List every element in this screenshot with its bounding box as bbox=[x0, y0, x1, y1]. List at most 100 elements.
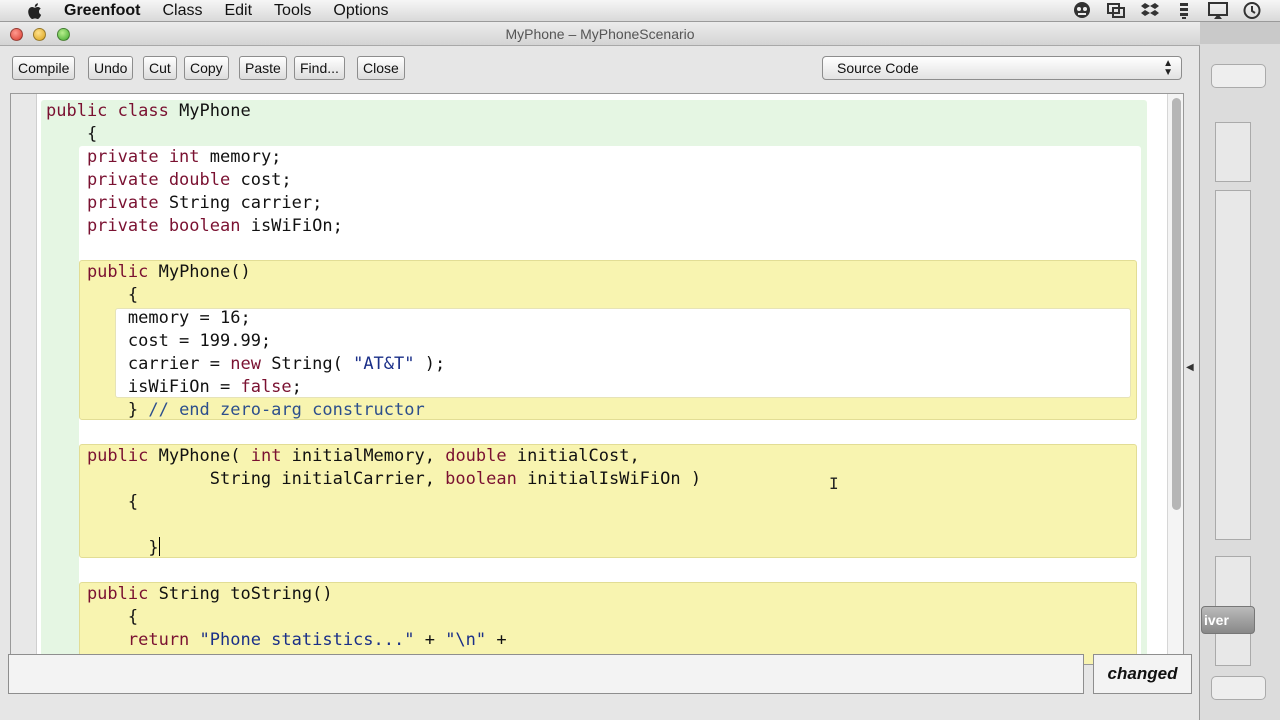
code-line[interactable] bbox=[46, 238, 1156, 261]
menu-bar: Greenfoot Class Edit Tools Options bbox=[0, 0, 1280, 22]
code-line[interactable]: private boolean isWiFiOn; bbox=[46, 215, 1156, 238]
cut-button[interactable]: Cut bbox=[143, 56, 177, 80]
code-token: boolean bbox=[445, 469, 517, 489]
code-token: { bbox=[46, 607, 139, 627]
code-token: memory; bbox=[199, 147, 282, 167]
code-line[interactable]: { bbox=[46, 491, 1156, 514]
code-line[interactable]: String initialCarrier, boolean initialIs… bbox=[46, 468, 1156, 491]
zoom-window-icon[interactable] bbox=[57, 28, 70, 41]
find-button[interactable]: Find... bbox=[294, 56, 345, 80]
code-line[interactable]: { bbox=[46, 606, 1156, 629]
line-gutter[interactable] bbox=[11, 94, 37, 664]
menu-options[interactable]: Options bbox=[333, 2, 388, 20]
undo-button[interactable]: Undo bbox=[88, 56, 134, 80]
code-token: } bbox=[46, 538, 159, 558]
code-token: // end zero-arg constructor bbox=[148, 400, 425, 420]
code-line[interactable]: private int memory; bbox=[46, 146, 1156, 169]
menu-app-greenfoot[interactable]: Greenfoot bbox=[64, 2, 140, 20]
status-tray bbox=[1072, 1, 1262, 20]
code-token: initialMemory, bbox=[281, 446, 446, 466]
code-line[interactable]: return "Phone statistics..." + "\n" + bbox=[46, 629, 1156, 652]
code-token: { bbox=[46, 492, 139, 512]
close-button[interactable]: Close bbox=[357, 56, 405, 80]
code-line[interactable]: public String toString() bbox=[46, 583, 1156, 606]
code-line[interactable]: carrier = new String( "AT&T" ); bbox=[46, 353, 1156, 376]
code-token: int bbox=[250, 446, 282, 466]
scrollbar-thumb[interactable] bbox=[1172, 98, 1181, 510]
copy-button[interactable]: Copy bbox=[184, 56, 229, 80]
view-select[interactable]: Source Code ▲ ▼ bbox=[822, 56, 1182, 80]
text-cursor-icon: I bbox=[829, 474, 839, 493]
code-token: "AT&T" bbox=[353, 354, 415, 374]
code-line[interactable] bbox=[46, 422, 1156, 445]
apple-icon[interactable] bbox=[24, 1, 46, 21]
code-token: isWiFiOn; bbox=[240, 216, 343, 236]
code-token: public class bbox=[46, 101, 169, 121]
code-token: public bbox=[46, 584, 149, 604]
code-token: "Phone statistics..." bbox=[199, 630, 415, 650]
minimize-window-icon[interactable] bbox=[33, 28, 46, 41]
code-line[interactable]: isWiFiOn = false; bbox=[46, 376, 1156, 399]
compile-button[interactable]: Compile bbox=[12, 56, 76, 80]
collapse-arrow-icon[interactable]: ◀ bbox=[1186, 362, 1194, 373]
changed-status-label: changed bbox=[1093, 654, 1192, 694]
code-line[interactable]: public MyPhone( int initialMemory, doubl… bbox=[46, 445, 1156, 468]
time-machine-icon[interactable] bbox=[1242, 1, 1262, 20]
user-icon[interactable] bbox=[1072, 1, 1092, 20]
code-token: initialIsWiFiOn ) bbox=[516, 469, 702, 489]
code-token: { bbox=[46, 124, 98, 144]
code-line[interactable] bbox=[46, 514, 1156, 537]
background-button[interactable] bbox=[1211, 676, 1266, 700]
source-code[interactable]: public class MyPhone { private int memor… bbox=[46, 100, 1156, 652]
code-line[interactable]: { bbox=[46, 284, 1156, 307]
code-line[interactable]: private double cost; bbox=[46, 169, 1156, 192]
background-panel bbox=[1215, 122, 1251, 182]
code-token: private bbox=[46, 193, 159, 213]
code-line[interactable]: { bbox=[46, 123, 1156, 146]
background-action-button[interactable]: iver bbox=[1201, 606, 1255, 634]
code-token: isWiFiOn = bbox=[46, 377, 241, 397]
menu-tools[interactable]: Tools bbox=[274, 2, 311, 20]
editor-toolbar: Compile Undo Cut Copy Paste Find... Clos… bbox=[0, 47, 1200, 91]
code-token: carrier = bbox=[46, 354, 231, 374]
code-line[interactable]: private String carrier; bbox=[46, 192, 1156, 215]
code-line[interactable]: public MyPhone() bbox=[46, 261, 1156, 284]
paste-button[interactable]: Paste bbox=[239, 56, 287, 80]
code-line[interactable]: } // end zero-arg constructor bbox=[46, 399, 1156, 422]
menu-edit[interactable]: Edit bbox=[224, 2, 252, 20]
background-window: iver bbox=[1190, 44, 1280, 720]
code-token: ; bbox=[291, 377, 302, 397]
code-token: MyPhone( bbox=[148, 446, 251, 466]
code-line[interactable] bbox=[46, 560, 1156, 583]
code-line[interactable]: cost = 199.99; bbox=[46, 330, 1156, 353]
code-token: } bbox=[46, 400, 149, 420]
code-token: String carrier; bbox=[158, 193, 323, 213]
code-token: cost = 199.99; bbox=[46, 331, 272, 351]
vertical-scrollbar[interactable] bbox=[1167, 94, 1183, 664]
code-line[interactable]: public class MyPhone bbox=[46, 100, 1156, 123]
sync-icon[interactable] bbox=[1174, 1, 1194, 20]
code-token: cost; bbox=[230, 170, 292, 190]
close-window-icon[interactable] bbox=[10, 28, 23, 41]
airplay-icon[interactable] bbox=[1208, 1, 1228, 20]
screen-share-icon[interactable] bbox=[1106, 1, 1126, 20]
code-line[interactable]: } bbox=[46, 537, 1156, 560]
dropbox-icon[interactable] bbox=[1140, 1, 1160, 20]
editor-window: MyPhone – MyPhoneScenario Compile Undo C… bbox=[0, 22, 1200, 720]
background-button[interactable] bbox=[1211, 64, 1266, 88]
code-editor[interactable]: public class MyPhone { private int memor… bbox=[10, 93, 1184, 665]
code-token: return bbox=[46, 630, 200, 650]
updown-arrows-icon: ▲ ▼ bbox=[1163, 58, 1173, 78]
menu-class[interactable]: Class bbox=[162, 2, 202, 20]
background-panel bbox=[1215, 190, 1251, 540]
code-token: String( bbox=[260, 354, 354, 374]
code-token: initialCost, bbox=[506, 446, 640, 466]
status-message bbox=[8, 654, 1084, 694]
code-token: + bbox=[414, 630, 446, 650]
code-token: MyPhone() bbox=[148, 262, 251, 282]
code-token: private int bbox=[46, 147, 200, 167]
code-token: private double bbox=[46, 170, 231, 190]
title-bar[interactable]: MyPhone – MyPhoneScenario bbox=[0, 22, 1200, 46]
code-token: public bbox=[46, 262, 149, 282]
code-line[interactable]: memory = 16; bbox=[46, 307, 1156, 330]
